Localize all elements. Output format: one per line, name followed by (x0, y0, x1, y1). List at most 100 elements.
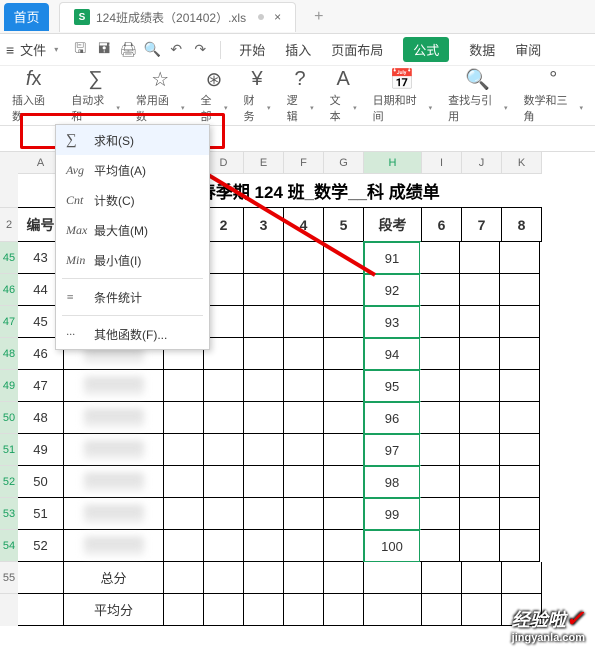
cell[interactable] (284, 274, 324, 306)
cell[interactable]: 93 (363, 305, 421, 339)
cell[interactable] (64, 370, 164, 402)
cell[interactable] (164, 370, 204, 402)
cell[interactable] (420, 370, 460, 402)
cell[interactable] (460, 530, 500, 562)
cell[interactable]: 50 (18, 466, 64, 498)
cell[interactable] (324, 242, 364, 274)
close-icon[interactable]: × (274, 10, 281, 24)
cell[interactable] (324, 466, 364, 498)
cell[interactable]: 95 (363, 369, 421, 403)
insert-function-button[interactable]: fx 插入函数 (4, 68, 63, 124)
cell[interactable] (460, 434, 500, 466)
cell[interactable] (420, 242, 460, 274)
all-functions-button[interactable]: ⊛ 全部▾ (193, 68, 236, 124)
cell[interactable]: 98 (363, 465, 421, 499)
menu-insert[interactable]: 插入 (285, 40, 311, 59)
column-header[interactable]: J (462, 152, 502, 174)
cell[interactable]: 96 (363, 401, 421, 435)
row-header[interactable]: 51 (0, 434, 18, 466)
row-header[interactable]: 46 (0, 274, 18, 306)
header-cell[interactable]: 6 (422, 208, 462, 242)
cell[interactable] (324, 306, 364, 338)
cell[interactable]: 47 (18, 370, 64, 402)
row-header[interactable]: 47 (0, 306, 18, 338)
cell[interactable] (204, 242, 244, 274)
row-header[interactable]: 2 (0, 208, 18, 242)
cell[interactable]: 51 (18, 498, 64, 530)
cell[interactable] (420, 434, 460, 466)
cell[interactable] (284, 306, 324, 338)
menu-formula[interactable]: 公式 (403, 37, 449, 62)
logic-button[interactable]: ? 逻辑▾ (279, 68, 322, 124)
menu-avg[interactable]: Avg平均值(A) (56, 155, 209, 185)
cell[interactable]: 49 (18, 434, 64, 466)
cell[interactable] (244, 274, 284, 306)
header-cell[interactable]: 段考 (364, 208, 422, 242)
cell[interactable] (244, 402, 284, 434)
cell[interactable] (324, 274, 364, 306)
cell[interactable] (324, 498, 364, 530)
cell[interactable] (420, 338, 460, 370)
cell[interactable]: 48 (18, 402, 64, 434)
cell[interactable] (204, 274, 244, 306)
menu-count[interactable]: Cnt计数(C) (56, 185, 209, 215)
hamburger-icon[interactable]: ≡ (6, 42, 14, 58)
tab-file[interactable]: S 124班成绩表（201402）.xls × (59, 2, 296, 32)
menu-max[interactable]: Max最大值(M) (56, 215, 209, 245)
cell[interactable] (204, 402, 244, 434)
row-header[interactable]: 48 (0, 338, 18, 370)
cell[interactable] (64, 466, 164, 498)
column-header[interactable]: H (364, 152, 422, 174)
cell[interactable] (64, 402, 164, 434)
cell[interactable] (244, 498, 284, 530)
cell[interactable]: 99 (363, 497, 421, 531)
cell[interactable] (500, 498, 540, 530)
header-cell[interactable]: 8 (502, 208, 542, 242)
redo-icon[interactable]: ↷ (189, 40, 211, 60)
tab-home[interactable]: 首页 (4, 3, 49, 31)
menu-review[interactable]: 审阅 (515, 40, 541, 59)
column-header[interactable]: K (502, 152, 542, 174)
cell[interactable] (64, 530, 164, 562)
cell[interactable] (500, 306, 540, 338)
row-header[interactable]: 49 (0, 370, 18, 402)
cell[interactable] (460, 338, 500, 370)
cell[interactable]: 92 (363, 273, 421, 307)
cell[interactable] (460, 402, 500, 434)
cell[interactable]: 91 (363, 241, 421, 275)
cell[interactable] (420, 274, 460, 306)
cell[interactable] (204, 498, 244, 530)
row-header[interactable]: 50 (0, 402, 18, 434)
cell[interactable] (420, 466, 460, 498)
save-as-icon[interactable]: 🖬 (93, 40, 115, 60)
cell[interactable]: 52 (18, 530, 64, 562)
datetime-button[interactable]: 📅 日期和时间▾ (365, 68, 440, 124)
file-menu[interactable]: 文件 (20, 40, 46, 59)
text-button[interactable]: A 文本▾ (322, 68, 365, 124)
cell[interactable] (64, 434, 164, 466)
menu-other[interactable]: ···其他函数(F)... (56, 319, 209, 349)
new-tab-button[interactable]: + (314, 8, 323, 26)
row-header[interactable]: 54 (0, 530, 18, 562)
cell[interactable] (204, 466, 244, 498)
cell[interactable] (500, 274, 540, 306)
column-header[interactable]: F (284, 152, 324, 174)
header-cell[interactable]: 4 (284, 208, 324, 242)
cell[interactable] (420, 498, 460, 530)
cell[interactable]: 100 (363, 529, 421, 563)
cell[interactable] (460, 466, 500, 498)
cell[interactable] (500, 242, 540, 274)
cell[interactable] (324, 434, 364, 466)
row-header[interactable]: 53 (0, 498, 18, 530)
cell[interactable] (284, 370, 324, 402)
cell[interactable] (500, 434, 540, 466)
cell[interactable] (284, 530, 324, 562)
cell[interactable] (64, 498, 164, 530)
cell[interactable] (500, 338, 540, 370)
cell[interactable] (244, 306, 284, 338)
cell[interactable] (460, 498, 500, 530)
undo-icon[interactable]: ↶ (165, 40, 187, 60)
cell[interactable] (324, 338, 364, 370)
cell[interactable] (284, 402, 324, 434)
menu-data[interactable]: 数据 (469, 40, 495, 59)
